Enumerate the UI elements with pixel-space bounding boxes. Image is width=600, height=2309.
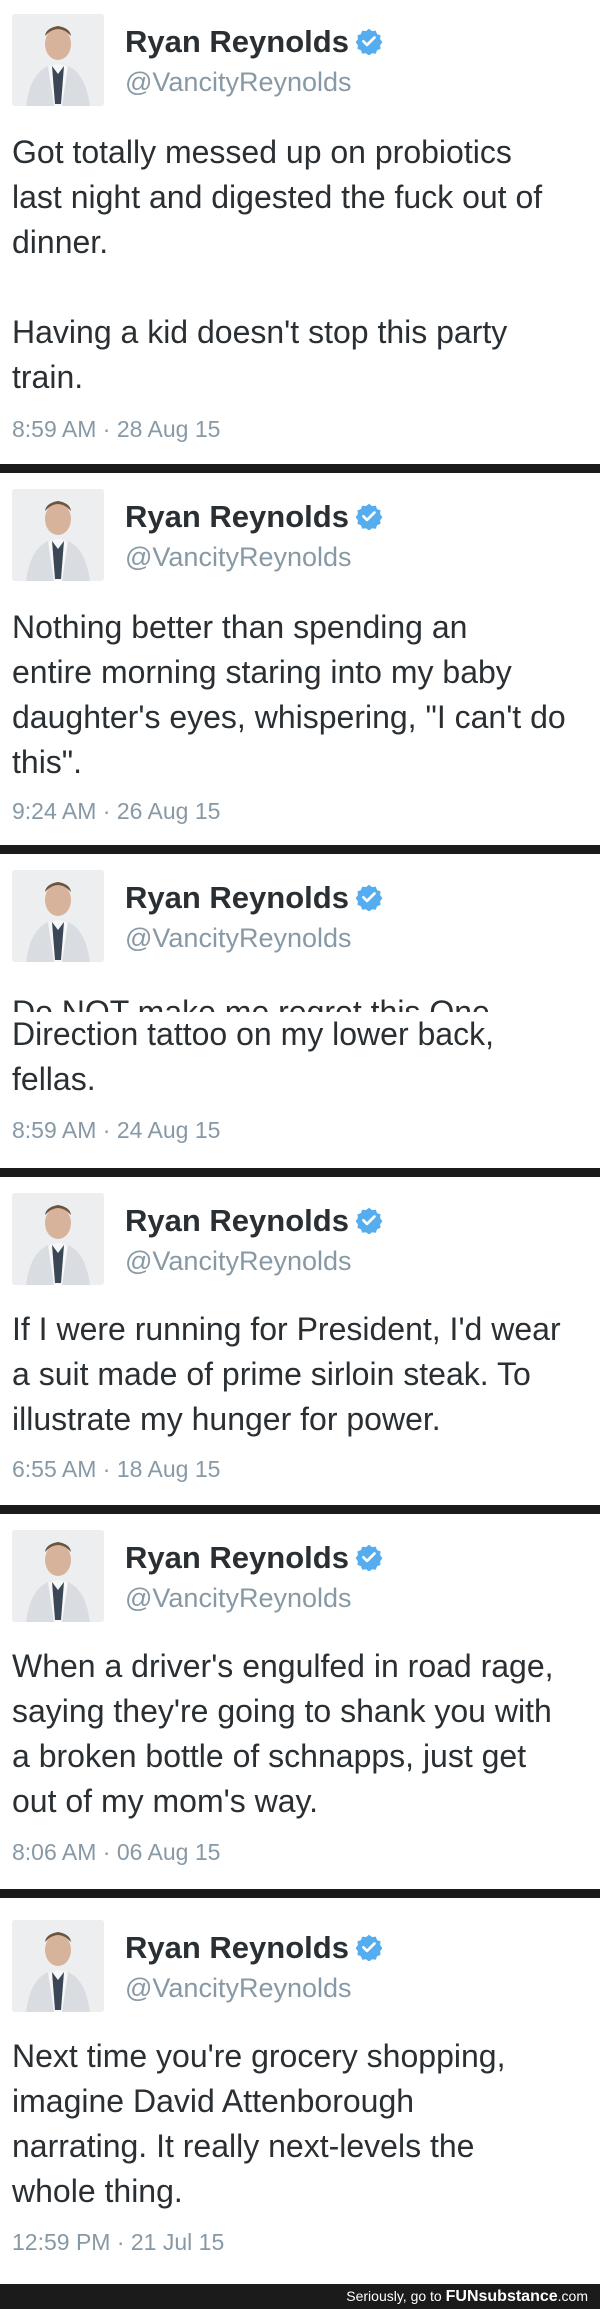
author-handle[interactable]: @VancityReynolds (125, 541, 352, 573)
tweet-card: Ryan Reynolds @VancityReynolds Got total… (0, 0, 600, 468)
author-name-text: Ryan Reynolds (125, 1203, 349, 1238)
verified-badge-icon (355, 1934, 383, 1961)
avatar[interactable] (12, 489, 104, 581)
verified-badge-icon (355, 503, 383, 530)
tweet-timestamp[interactable]: 6:55 AM · 18 Aug 15 (12, 1455, 220, 1483)
tweet-text: When a driver's engulfed in road rage, s… (12, 1648, 554, 1819)
tweet-card: Ryan Reynolds @VancityReynolds Do NOT ma… (0, 854, 600, 1170)
avatar[interactable] (12, 870, 104, 962)
avatar[interactable] (12, 1920, 104, 2012)
tweet-divider (0, 464, 600, 473)
avatar[interactable] (12, 1193, 104, 1285)
verified-badge-icon (355, 1544, 383, 1571)
watermark-brand: FUNsubstance (445, 2288, 558, 2305)
tweet-text: Direction tattoo on my lower back, fella… (12, 1016, 494, 1097)
author-name[interactable]: Ryan Reynolds (125, 24, 383, 60)
verified-badge-icon (355, 28, 383, 55)
author-name[interactable]: Ryan Reynolds (125, 880, 383, 916)
tweet-card: Ryan Reynolds @VancityReynolds When a dr… (0, 1514, 600, 1889)
tweet-timestamp[interactable]: 8:06 AM · 06 Aug 15 (12, 1838, 220, 1866)
tweet-divider (0, 1505, 600, 1514)
tweet-card: Ryan Reynolds @VancityReynolds Next time… (0, 1898, 600, 2284)
tweet-text: If I were running for President, I'd wea… (12, 1311, 561, 1437)
author-name[interactable]: Ryan Reynolds (125, 1930, 383, 1966)
tweet-text: Next time you're grocery shopping, imagi… (12, 2038, 506, 2209)
author-handle[interactable]: @VancityReynolds (125, 1582, 352, 1614)
verified-badge-icon (355, 1207, 383, 1234)
tweet-divider (0, 845, 600, 854)
tweet-timestamp[interactable]: 8:59 AM · 28 Aug 15 (12, 415, 220, 443)
tweet-card: Ryan Reynolds @VancityReynolds If I were… (0, 1177, 600, 1505)
author-name[interactable]: Ryan Reynolds (125, 1540, 383, 1576)
tweet-divider (0, 1168, 600, 1177)
author-name-text: Ryan Reynolds (125, 499, 349, 534)
verified-badge-icon (355, 884, 383, 911)
tweet-text: Nothing better than spending an entire m… (12, 609, 566, 780)
avatar[interactable] (12, 1530, 104, 1622)
author-name-text: Ryan Reynolds (125, 1540, 349, 1575)
tweet-timestamp[interactable]: 9:24 AM · 26 Aug 15 (12, 797, 220, 825)
tweet-text: Got totally messed up on probiotics last… (12, 134, 543, 395)
watermark-bar: Seriously, go to FUNsubstance.com (0, 2284, 600, 2309)
watermark-suffix: .com (557, 2288, 588, 2304)
author-handle[interactable]: @VancityReynolds (125, 922, 352, 954)
author-name-text: Ryan Reynolds (125, 24, 349, 59)
tweet-divider (0, 1889, 600, 1898)
watermark-prefix: Seriously, go to (346, 2288, 446, 2304)
author-name[interactable]: Ryan Reynolds (125, 499, 383, 535)
watermark-text: Seriously, go to FUNsubstance.com (346, 2287, 588, 2306)
author-handle[interactable]: @VancityReynolds (125, 1972, 352, 2004)
author-name-text: Ryan Reynolds (125, 1930, 349, 1965)
author-handle[interactable]: @VancityReynolds (125, 1245, 352, 1277)
author-name-text: Ryan Reynolds (125, 880, 349, 915)
tweet-timestamp[interactable]: 12:59 PM · 21 Jul 15 (12, 2228, 224, 2256)
author-name[interactable]: Ryan Reynolds (125, 1203, 383, 1239)
tweet-text-cropped-line: Do NOT make me regret this One (0, 990, 600, 1012)
tweet-card: Ryan Reynolds @VancityReynolds Nothing b… (0, 473, 600, 845)
tweet-text-line: Do NOT make me regret this One (12, 994, 490, 1012)
author-handle[interactable]: @VancityReynolds (125, 66, 352, 98)
tweet-timestamp[interactable]: 8:59 AM · 24 Aug 15 (12, 1116, 220, 1144)
avatar[interactable] (12, 14, 104, 106)
